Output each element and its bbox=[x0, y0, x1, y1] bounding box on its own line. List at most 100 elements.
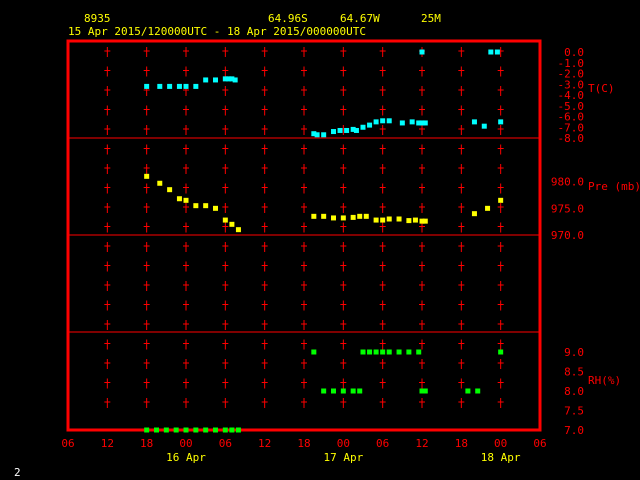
data-point bbox=[396, 216, 402, 222]
data-point bbox=[485, 205, 491, 211]
data-point bbox=[350, 388, 356, 394]
data-point bbox=[331, 215, 336, 221]
station-lat: 64.96S bbox=[268, 12, 308, 25]
data-point bbox=[144, 83, 150, 89]
data-point bbox=[193, 427, 199, 433]
data-point bbox=[373, 349, 379, 355]
chart-background bbox=[0, 0, 640, 480]
data-point bbox=[367, 122, 373, 128]
panel-name-label: T(C) bbox=[588, 82, 615, 95]
data-point bbox=[167, 83, 173, 89]
data-point bbox=[229, 427, 235, 433]
station-lon: 64.67W bbox=[340, 12, 380, 25]
x-tick-label: 00 bbox=[337, 437, 350, 450]
x-tick-label: 18 bbox=[140, 437, 153, 450]
data-point bbox=[386, 118, 392, 124]
data-point bbox=[232, 77, 238, 83]
data-point bbox=[222, 217, 228, 223]
data-point bbox=[386, 216, 392, 222]
data-point bbox=[314, 132, 320, 138]
data-point bbox=[183, 83, 189, 89]
data-point bbox=[321, 132, 327, 138]
y-tick-label: -8.0 bbox=[558, 132, 585, 145]
data-point bbox=[416, 349, 422, 355]
data-point bbox=[406, 218, 412, 224]
y-tick-label: 9.0 bbox=[564, 346, 584, 359]
data-point bbox=[183, 427, 189, 433]
y-tick-label: 8.0 bbox=[564, 385, 584, 398]
y-tick-label: 7.5 bbox=[564, 405, 584, 418]
data-point bbox=[357, 213, 363, 219]
data-point bbox=[176, 83, 182, 89]
data-point bbox=[360, 124, 366, 130]
data-point bbox=[498, 349, 504, 355]
data-point bbox=[422, 218, 428, 224]
data-point bbox=[157, 83, 163, 89]
data-point bbox=[409, 119, 415, 125]
y-tick-label: 7.0 bbox=[564, 424, 584, 437]
data-point bbox=[380, 217, 386, 223]
x-tick-label: 18 bbox=[455, 437, 468, 450]
data-point bbox=[357, 388, 363, 394]
data-point bbox=[337, 127, 343, 133]
x-tick-label: 12 bbox=[258, 437, 271, 450]
data-point bbox=[363, 213, 369, 219]
y-tick-label: 980.0 bbox=[551, 176, 584, 189]
station-elev: 25M bbox=[421, 12, 441, 25]
data-point bbox=[488, 49, 494, 55]
x-tick-label: 00 bbox=[179, 437, 192, 450]
data-point bbox=[203, 203, 209, 209]
x-tick-label: 06 bbox=[61, 437, 74, 450]
data-point bbox=[193, 83, 199, 89]
data-point bbox=[380, 349, 386, 355]
data-point bbox=[144, 427, 150, 433]
station-id: 8935 bbox=[84, 12, 111, 25]
data-point bbox=[331, 129, 336, 135]
data-point bbox=[311, 349, 317, 355]
data-point bbox=[406, 349, 412, 355]
data-point bbox=[344, 127, 350, 133]
data-point bbox=[235, 427, 241, 433]
x-date-label: 18 Apr bbox=[481, 451, 521, 464]
data-point bbox=[203, 77, 209, 83]
data-point bbox=[340, 215, 346, 221]
data-point bbox=[213, 77, 218, 83]
data-point bbox=[475, 388, 481, 394]
data-point bbox=[154, 427, 159, 433]
data-point bbox=[203, 427, 209, 433]
x-tick-label: 06 bbox=[376, 437, 389, 450]
data-point bbox=[471, 119, 477, 125]
data-point bbox=[173, 427, 179, 433]
x-date-label: 17 Apr bbox=[323, 451, 363, 464]
data-point bbox=[471, 211, 477, 217]
y-tick-label: 975.0 bbox=[551, 202, 584, 215]
data-point bbox=[331, 388, 336, 394]
data-point bbox=[422, 120, 428, 126]
data-point bbox=[367, 349, 373, 355]
data-point bbox=[498, 119, 504, 125]
panel-name-label: Pre (mb) bbox=[588, 180, 640, 193]
data-point bbox=[229, 221, 235, 227]
data-point bbox=[498, 197, 504, 203]
x-tick-label: 06 bbox=[219, 437, 232, 450]
data-point bbox=[321, 388, 327, 394]
data-point bbox=[386, 349, 392, 355]
data-point bbox=[163, 427, 169, 433]
data-point bbox=[183, 197, 189, 203]
data-point bbox=[360, 349, 366, 355]
meteogram-chart: 8935 64.96S 64.67W 25M 15 Apr 2015/12000… bbox=[0, 0, 640, 480]
time-period: 15 Apr 2015/120000UTC - 18 Apr 2015/0000… bbox=[68, 25, 366, 38]
data-point bbox=[422, 388, 428, 394]
x-tick-label: 18 bbox=[297, 437, 310, 450]
panel-name-label: RH(%) bbox=[588, 374, 621, 387]
data-point bbox=[380, 118, 386, 124]
data-point bbox=[167, 187, 173, 193]
y-tick-label: 8.5 bbox=[564, 366, 584, 379]
x-tick-label: 12 bbox=[415, 437, 428, 450]
data-point bbox=[494, 49, 500, 55]
data-point bbox=[353, 127, 359, 133]
data-point bbox=[396, 349, 402, 355]
data-point bbox=[419, 49, 425, 55]
data-point bbox=[235, 227, 241, 233]
data-point bbox=[311, 213, 317, 219]
